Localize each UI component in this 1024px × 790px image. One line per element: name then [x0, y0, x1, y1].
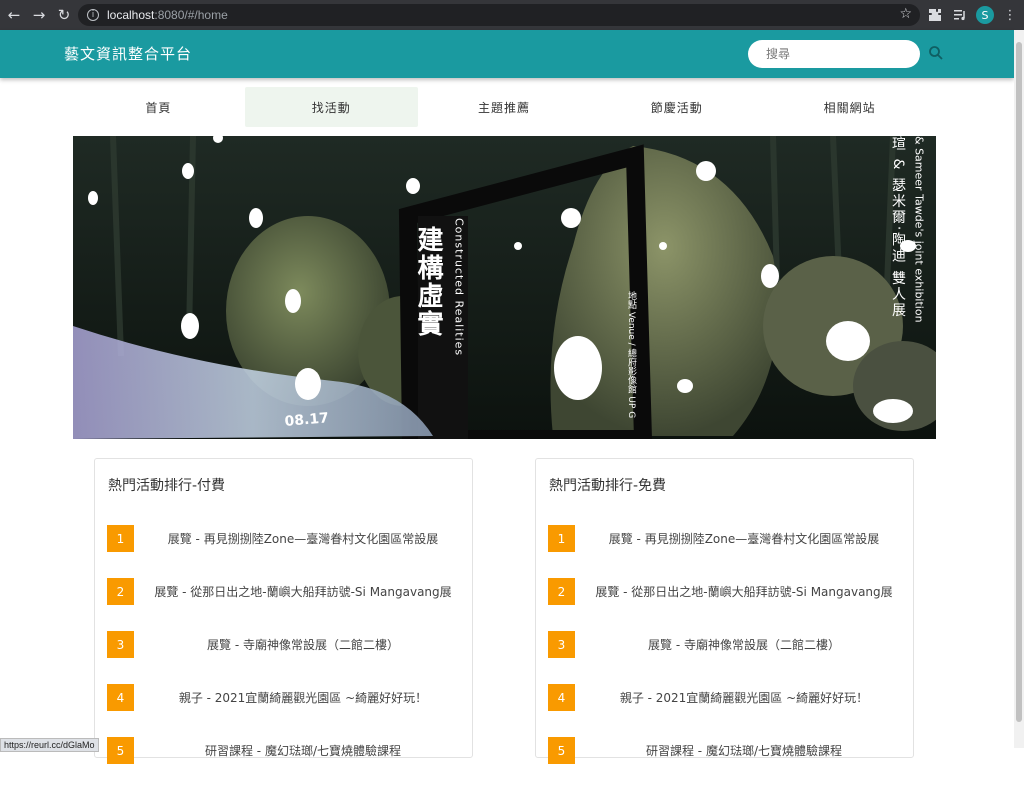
rank-badge: 5 [107, 737, 134, 764]
rank-badge: 4 [548, 684, 575, 711]
ranking-item[interactable]: 2 展覽 - 從那日出之地-蘭嶼大船拜訪號-Si Mangavang展 [107, 578, 462, 631]
site-header: 藝文資訊整合平台 [0, 30, 1014, 78]
ranking-item-link[interactable]: 研習課程 - 魔幻琺瑯/七寶燒體驗課程 [585, 737, 903, 764]
bookmark-star-icon[interactable]: ☆ [899, 6, 912, 22]
ranking-item[interactable]: 2 展覽 - 從那日出之地-蘭嶼大船拜訪號-Si Mangavang展 [548, 578, 903, 631]
rank-badge: 2 [107, 578, 134, 605]
ranking-item-link[interactable]: 展覽 - 從那日出之地-蘭嶼大船拜訪號-Si Mangavang展 [585, 578, 903, 605]
ranking-item-link[interactable]: 研習課程 - 魔幻琺瑯/七寶燒體驗課程 [144, 737, 462, 764]
rank-badge: 1 [107, 525, 134, 552]
ranking-item[interactable]: 5 研習課程 - 魔幻琺瑯/七寶燒體驗課程 [548, 737, 903, 790]
ranking-item-link[interactable]: 展覽 - 寺廟神像常設展（二館二樓） [585, 631, 903, 658]
banner-title-en: Constructed Realities [453, 218, 466, 356]
ranking-item[interactable]: 4 親子 - 2021宜蘭綺麗觀光園區 ~綺麗好好玩！ [107, 684, 462, 737]
profile-avatar[interactable]: S [976, 6, 994, 24]
banner-artwork: 建構虛實 Constructed Realities 地點 Venue / 總府… [73, 136, 936, 439]
reload-icon[interactable]: ↻ [53, 4, 75, 26]
ranking-item-link[interactable]: 展覽 - 從那日出之地-蘭嶼大船拜訪號-Si Mangavang展 [144, 578, 462, 605]
back-arrow-icon[interactable]: ← [3, 4, 25, 26]
forward-arrow-icon[interactable]: → [28, 4, 50, 26]
rank-badge: 3 [548, 631, 575, 658]
ranking-card-paid: 熱門活動排行-付費 1 展覽 - 再見捌捌陸Zone—臺灣眷村文化園區常設展 2展… [94, 458, 473, 764]
ranking-list: 1 展覽 - 再見捌捌陸Zone—臺灣眷村文化園區常設展 2 展覽 - 從那日出之地… [107, 525, 462, 790]
ranking-item[interactable]: 1 展覽 - 再見捌捌陸Zone—臺灣眷村文化園區常設展 [548, 525, 903, 578]
info-icon[interactable]: i [87, 9, 99, 21]
browser-toolbar: ← → ↻ i localhost:8080/#/home ☆ S ⋮ [0, 0, 1024, 30]
ranking-item[interactable]: 3 展覽 - 寺廟神像常設展（二館二樓） [548, 631, 903, 684]
ranking-item-link[interactable]: 展覽 - 寺廟神像常設展（二館二樓） [144, 631, 462, 658]
banner-title-zh: 建構虛實 [413, 226, 443, 338]
extensions-puzzle-icon[interactable] [926, 6, 944, 24]
ranking-item-link[interactable]: 展覽 - 再見捌捌陸Zone—臺灣眷村文化園區常設展 [144, 525, 462, 552]
rank-badge: 4 [107, 684, 134, 711]
rank-badge: 3 [107, 631, 134, 658]
ranking-card-title: 熱門活動排行-免費 [549, 478, 667, 494]
rank-badge: 1 [548, 525, 575, 552]
media-queue-icon[interactable] [951, 6, 969, 24]
ranking-item-link[interactable]: 親子 - 2021宜蘭綺麗觀光園區 ~綺麗好好玩！ [585, 684, 903, 711]
nav-item-related-sites[interactable]: 相關網站 [763, 87, 936, 127]
search-input[interactable] [748, 40, 920, 68]
ranking-card-title: 熱門活動排行-付費 [108, 478, 226, 494]
nav-item-featured-topics[interactable]: 主題推薦 [418, 87, 591, 127]
ranking-card-free: 熱門活動排行-免費 1 展覽 - 再見捌捌陸Zone—臺灣眷村文化園區常設展 2展… [535, 458, 914, 764]
url-host: localhost [107, 8, 155, 22]
nav-item-home[interactable]: 首頁 [72, 87, 245, 127]
scrollbar-thumb[interactable] [1016, 42, 1022, 722]
ranking-item[interactable]: 1 展覽 - 再見捌捌陸Zone—臺灣眷村文化園區常設展 [107, 525, 462, 578]
ranking-item-link[interactable]: 展覽 - 再見捌捌陸Zone—臺灣眷村文化園區常設展 [585, 525, 903, 552]
exhibition-banner[interactable]: 建構虛實 Constructed Realities 地點 Venue / 總府… [73, 136, 936, 439]
site-title[interactable]: 藝文資訊整合平台 [64, 43, 192, 64]
address-url: localhost:8080/#/home [107, 8, 228, 22]
banner-subtitle-en: & Sameer Tawde's joint exhibition [913, 136, 926, 323]
main-nav: 首頁 找活動 主題推薦 節慶活動 相關網站 [72, 87, 936, 127]
ranking-item[interactable]: 3 展覽 - 寺廟神像常設展（二館二樓） [107, 631, 462, 684]
status-link-url: https://reurl.cc/dGlaMo [0, 738, 99, 752]
banner-venue: 地點 Venue / 總府影像館 UP G [626, 290, 637, 418]
rank-badge: 5 [548, 737, 575, 764]
ranking-item[interactable]: 4 親子 - 2021宜蘭綺麗觀光園區 ~綺麗好好玩！ [548, 684, 903, 737]
banner-subtitle-zh: 瑄 & 瑟米爾‧陶迪 雙人展 [890, 136, 906, 319]
nav-item-find-events[interactable]: 找活動 [244, 87, 418, 127]
rank-badge: 2 [548, 578, 575, 605]
ranking-item-link[interactable]: 親子 - 2021宜蘭綺麗觀光園區 ~綺麗好好玩！ [144, 684, 462, 711]
address-bar[interactable]: i localhost:8080/#/home ☆ [78, 4, 920, 26]
nav-item-festivals[interactable]: 節慶活動 [590, 87, 763, 127]
ranking-item[interactable]: 5 研習課程 - 魔幻琺瑯/七寶燒體驗課程 [107, 737, 462, 790]
page-scrollbar[interactable] [1014, 30, 1024, 748]
ranking-list: 1 展覽 - 再見捌捌陸Zone—臺灣眷村文化園區常設展 2 展覽 - 從那日出之地… [548, 525, 903, 790]
search-icon[interactable] [928, 45, 944, 61]
url-path: :8080/#/home [154, 8, 228, 22]
more-menu-icon[interactable]: ⋮ [1001, 6, 1019, 24]
